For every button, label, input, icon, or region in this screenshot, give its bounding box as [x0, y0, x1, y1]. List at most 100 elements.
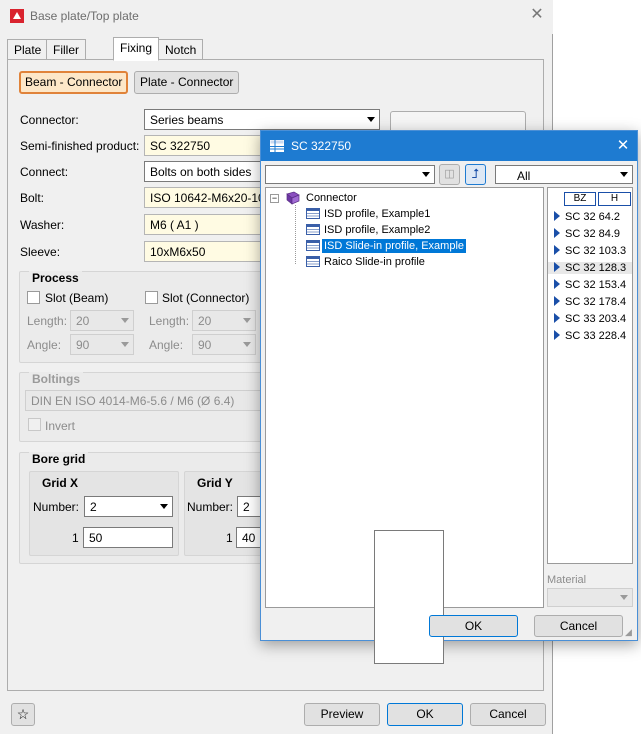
beam-connector-button[interactable]: Beam - Connector: [19, 71, 129, 94]
filter-select[interactable]: All: [495, 165, 633, 184]
boltings-select[interactable]: DIN EN ISO 4014-M6-5.6 / M6 (Ø 6.4): [25, 390, 265, 411]
chevron-down-icon: [620, 595, 628, 600]
grid-y-number-label: Number:: [187, 500, 234, 514]
length-conn-value: 20: [198, 314, 212, 328]
cancel-button[interactable]: Cancel: [470, 703, 546, 726]
length-beam-select[interactable]: 20: [70, 310, 134, 331]
material-select[interactable]: [547, 588, 633, 607]
tree-item-selected[interactable]: ISD Slide-in profile, Example: [322, 239, 467, 253]
preview-button[interactable]: Preview: [304, 703, 380, 726]
slot-beam-label: Slot (Beam): [45, 291, 109, 305]
connect-select[interactable]: Bolts on both sides: [144, 161, 264, 182]
slot-beam-checkbox[interactable]: [27, 291, 40, 304]
table-row[interactable]: SC 32 64.2: [554, 211, 620, 223]
tab-fixing[interactable]: Fixing: [113, 37, 160, 61]
resize-grip-icon[interactable]: ◢: [625, 627, 632, 638]
bore-grid-title: Bore grid: [29, 452, 89, 466]
bolt-field[interactable]: ISO 10642-M6x20-10: [144, 187, 264, 208]
angle-conn-select[interactable]: 90: [192, 334, 256, 355]
material-label: Material: [547, 574, 587, 586]
tree-root-connector[interactable]: Connector: [304, 191, 359, 205]
close-icon[interactable]: ✕: [527, 5, 547, 25]
length-conn-label: Length:: [149, 314, 190, 328]
boltings-title: Boltings: [29, 372, 83, 386]
favorite-star-icon[interactable]: ☆: [11, 703, 35, 726]
plate-connector-button[interactable]: Plate - Connector: [134, 71, 240, 94]
table-icon: [306, 256, 320, 267]
connector-label: Connector:: [20, 113, 79, 127]
tree-guide-line: [295, 205, 296, 264]
filter-value: All: [517, 169, 531, 183]
slot-connector-checkbox[interactable]: [145, 291, 158, 304]
cell-bz: SC 32: [565, 245, 596, 257]
title-bar: Base plate/Top plate ✕: [0, 0, 553, 34]
table-row[interactable]: SC 32 128.3: [548, 262, 632, 274]
process-title: Process: [29, 271, 82, 285]
semi-finished-popup: SC 322750 ✕ ◫ ⮥ All − Connector ISD prof…: [260, 130, 638, 664]
cell-bz: SC 32: [565, 262, 596, 274]
connector-select[interactable]: Series beams: [144, 109, 380, 130]
chevron-down-icon: [121, 318, 129, 323]
washer-field[interactable]: M6 ( A1 ): [144, 214, 264, 235]
chevron-down-icon: [422, 172, 430, 177]
popup-title-bar: SC 322750 ✕: [261, 131, 637, 161]
table-row[interactable]: SC 33 228.4: [554, 330, 626, 342]
tree-item[interactable]: ISD profile, Example1: [322, 207, 432, 221]
book-icon: [286, 191, 300, 205]
row-marker-icon: [554, 211, 560, 221]
search-select[interactable]: [265, 165, 435, 184]
grid-y-title: Grid Y: [194, 476, 236, 490]
cell-h: 203.4: [598, 313, 627, 325]
table-icon: [270, 140, 284, 152]
grid-x-value-input[interactable]: 50: [83, 527, 173, 548]
table-row[interactable]: SC 32 84.9: [554, 228, 620, 240]
window-title: Base plate/Top plate: [30, 9, 139, 23]
popup-title: SC 322750: [291, 139, 352, 153]
table-icon: [306, 208, 320, 219]
popup-ok-button[interactable]: OK: [429, 615, 518, 637]
ok-button[interactable]: OK: [387, 703, 463, 726]
angle-beam-select[interactable]: 90: [70, 334, 134, 355]
grid-x-number-select[interactable]: 2: [84, 496, 173, 517]
up-folder-icon[interactable]: ⮥: [465, 164, 486, 185]
profile-thumbnail: [374, 530, 444, 664]
sleeve-field[interactable]: 10xM6x50: [144, 241, 264, 262]
table-icon: [306, 240, 320, 251]
chevron-down-icon: [243, 342, 251, 347]
cell-bz: SC 32: [565, 211, 596, 223]
semi-finished-label: Semi-finished product:: [20, 139, 140, 153]
grid-x-index: 1: [72, 531, 79, 545]
cell-h: 228.4: [598, 330, 627, 342]
binoculars-icon[interactable]: ◫: [439, 164, 460, 185]
cell-bz: SC 33: [565, 330, 596, 342]
tab-filler-plate[interactable]: Filler plate: [46, 39, 87, 71]
cell-h: 103.3: [598, 245, 627, 257]
tree-item[interactable]: Raico Slide-in profile: [322, 255, 427, 269]
angle-beam-value: 90: [76, 338, 90, 352]
tab-plate[interactable]: Plate: [7, 39, 49, 60]
collapse-icon[interactable]: −: [270, 194, 279, 203]
cell-bz: SC 32: [565, 279, 596, 291]
table-row[interactable]: SC 33 203.4: [554, 313, 626, 325]
column-header-bz[interactable]: BZ: [564, 192, 596, 206]
table-row[interactable]: SC 32 103.3: [554, 245, 626, 257]
row-marker-icon: [554, 296, 560, 306]
length-conn-select[interactable]: 20: [192, 310, 256, 331]
cell-bz: SC 33: [565, 313, 596, 325]
length-beam-label: Length:: [27, 314, 68, 328]
tab-notch[interactable]: Notch: [158, 39, 204, 60]
sleeve-label: Sleeve:: [20, 245, 61, 259]
table-row[interactable]: SC 32 178.4: [554, 296, 626, 308]
grid-x-number-label: Number:: [33, 500, 80, 514]
table-row[interactable]: SC 32 153.4: [554, 279, 626, 291]
column-header-h[interactable]: H: [598, 192, 631, 206]
close-icon[interactable]: ✕: [614, 136, 632, 154]
semi-finished-field[interactable]: SC 322750: [144, 135, 264, 156]
invert-checkbox[interactable]: [28, 418, 41, 431]
cell-h: 84.9: [598, 228, 621, 240]
tree-item[interactable]: ISD profile, Example2: [322, 223, 432, 237]
popup-cancel-button[interactable]: Cancel: [534, 615, 623, 637]
chevron-down-icon: [620, 172, 628, 177]
row-marker-icon: [554, 313, 560, 323]
connect-label: Connect:: [20, 165, 69, 179]
